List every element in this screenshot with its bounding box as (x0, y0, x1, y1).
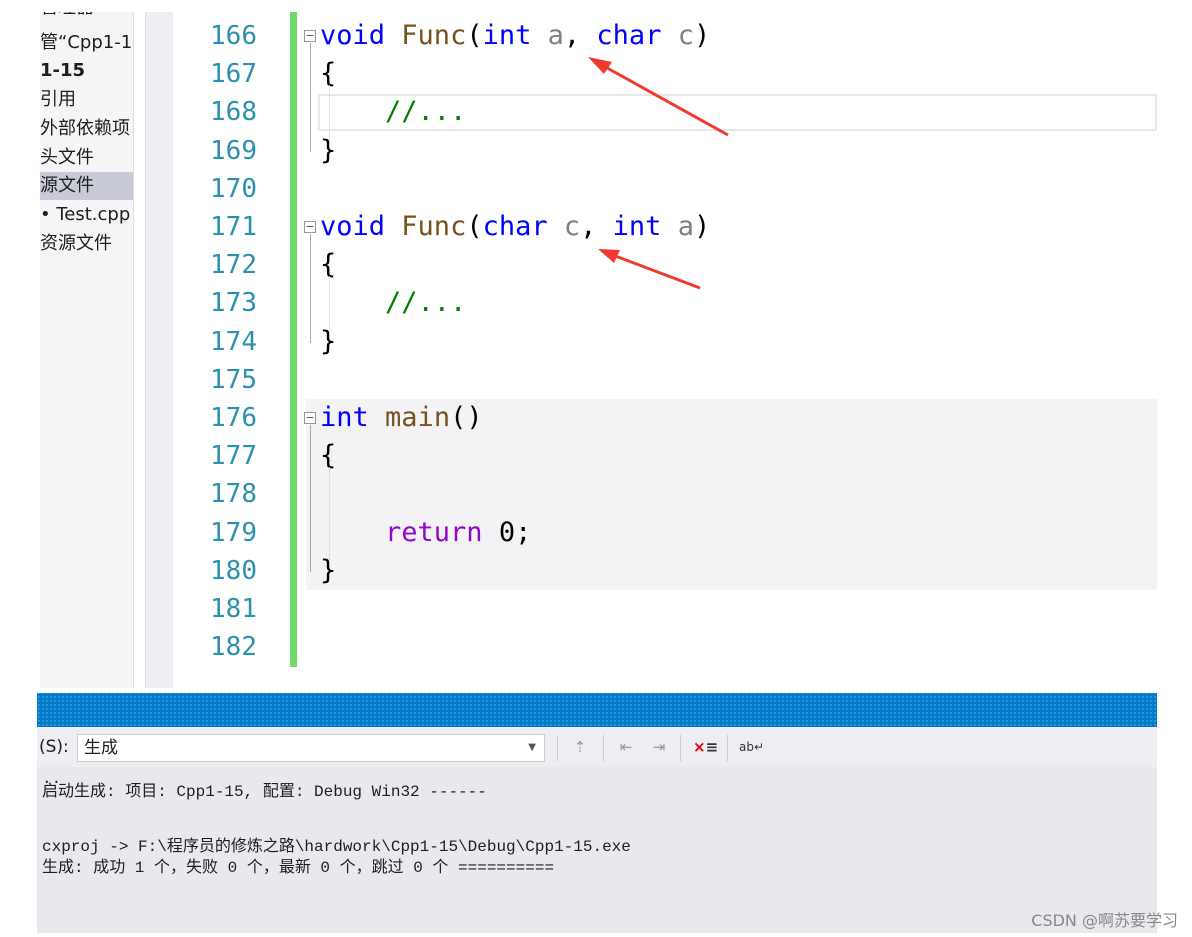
code-line[interactable]: void Func(char c, int a) (320, 208, 710, 246)
editor-margin (145, 12, 173, 688)
tree-item[interactable]: 源文件 (40, 172, 133, 201)
toolbar-divider (557, 735, 558, 761)
find-message-icon[interactable]: ⇡ (568, 735, 592, 759)
line-number: 168 (210, 97, 257, 128)
output-line: 启动生成: 项目: Cpp1-15, 配置: Debug Win32 -----… (42, 783, 487, 801)
code-token: //... (385, 287, 467, 319)
code-token: Func (401, 211, 467, 242)
show-output-from-label: (S): (39, 737, 69, 757)
line-number: 182 (210, 632, 257, 663)
line-number: 176 (210, 403, 257, 433)
code-token: main (385, 402, 451, 433)
tree-item[interactable]: 管理器 → (40, 12, 133, 22)
output-source-value: 生成 (84, 738, 118, 758)
code-token: , (563, 20, 597, 51)
line-number: 181 (210, 594, 257, 624)
line-number: 166 (210, 21, 257, 51)
tree-item[interactable]: • Test.cpp (40, 201, 133, 229)
tree-item[interactable]: 头文件 (40, 144, 133, 172)
code-token: int (482, 20, 532, 51)
line-number: 170 (210, 173, 257, 204)
code-token: c (563, 211, 581, 242)
code-token: ( (466, 211, 483, 242)
line-number: 179 (210, 517, 257, 548)
indent-guide (329, 85, 330, 142)
code-token: Func (401, 20, 467, 51)
watermark: CSDN @啊苏要学习 (1031, 911, 1178, 930)
line-number: 178 (210, 479, 257, 510)
code-token: 0; (482, 516, 532, 548)
previous-message-icon[interactable]: ⇤ (614, 735, 638, 759)
code-editor[interactable]: 166 void Func(int a, char c) 167{168 //...… (173, 12, 1157, 688)
tree-item[interactable]: 引用 (40, 86, 133, 114)
output-title-bar[interactable] (37, 693, 1157, 727)
code-token: void (320, 211, 386, 242)
code-line[interactable]: int main() (320, 399, 483, 437)
collapse-icon[interactable]: − (304, 412, 316, 424)
line-number: 172 (210, 250, 257, 281)
output-line: cxproj -> F:\程序员的修炼之路\hardwork\Cpp1-15\D… (42, 838, 631, 856)
tree-item[interactable]: 1-15 (40, 57, 133, 85)
tree-item[interactable]: 资源文件 (40, 230, 133, 258)
code-line[interactable]: return 0; (320, 514, 531, 552)
tree-item[interactable]: 外部依赖项 (40, 115, 133, 143)
tree-item[interactable]: 管“Cpp1-15' (40, 29, 133, 57)
code-token: a (677, 211, 694, 242)
next-message-icon[interactable]: ⇥ (647, 735, 671, 759)
chevron-down-icon: ▼ (528, 742, 536, 753)
line-number: 169 (210, 135, 257, 166)
line-number: 167 (210, 59, 257, 90)
collapse-icon[interactable]: − (304, 30, 316, 42)
code-token: , (580, 211, 613, 242)
output-source-select[interactable]: 生成 ▼ (77, 734, 545, 762)
code-token: return (385, 516, 483, 548)
code-token: ) (693, 20, 711, 51)
code-token: c (677, 20, 694, 51)
code-token: ) (693, 211, 711, 242)
fold-line (310, 43, 311, 152)
code-token: ( (466, 20, 483, 51)
solution-explorer: 管理器 → 管“Cpp1-15'1-15引用外部依赖项头文件源文件• Test.c… (40, 12, 134, 688)
code-token: //... (385, 96, 467, 128)
code-line[interactable]: void Func(int a, char c) (320, 17, 710, 55)
code-token: int (320, 402, 369, 433)
code-token: char (482, 211, 548, 242)
code-token: a (547, 20, 564, 51)
collapse-icon[interactable]: − (304, 221, 316, 233)
line-number: 174 (210, 326, 257, 357)
code-line[interactable]: //... (320, 93, 466, 131)
line-number: 177 (210, 441, 257, 472)
line-number: 171 (210, 212, 257, 242)
indent-guide (329, 467, 330, 562)
line-number: 175 (210, 364, 257, 395)
line-number: 173 (210, 288, 257, 319)
toolbar-divider (680, 735, 681, 761)
output-text: .. 启动生成: 项目: Cpp1-15, 配置: Debug Win32 ---… (42, 769, 631, 879)
toolbar-divider (603, 735, 604, 761)
code-token: void (320, 20, 386, 51)
output-line: 生成: 成功 1 个，失败 0 个，最新 0 个，跳过 0 个 ========… (42, 859, 555, 877)
fold-line (310, 425, 311, 572)
output-toolbar: (S): 生成 ▼ ⇡ ⇤ ⇥ ×≡ ab↵ (37, 727, 1157, 767)
change-tracking-bar (290, 12, 297, 667)
toolbar-divider (727, 735, 728, 761)
fold-line (310, 234, 311, 343)
clear-all-icon[interactable]: ×≡ (693, 735, 718, 759)
indent-guide (329, 276, 330, 333)
line-number: 180 (210, 555, 257, 586)
code-token: char (596, 20, 662, 51)
code-token: () (450, 402, 483, 433)
word-wrap-icon[interactable]: ab↵ (739, 735, 764, 759)
output-panel: (S): 生成 ▼ ⇡ ⇤ ⇥ ×≡ ab↵ .. 启动生成: 项目: Cpp1-1… (37, 693, 1157, 933)
code-line[interactable]: //... (320, 284, 466, 322)
code-token: int (612, 211, 662, 242)
